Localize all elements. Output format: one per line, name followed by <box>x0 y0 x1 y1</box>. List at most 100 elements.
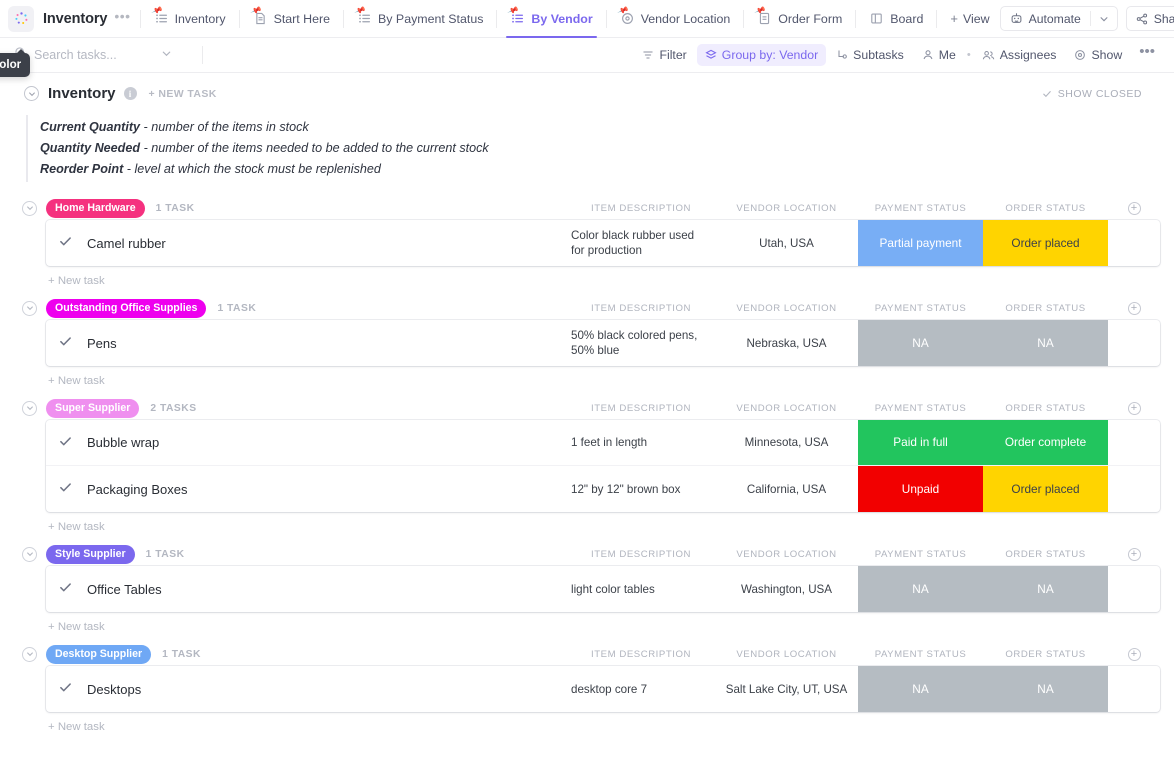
cell-vendor-location[interactable]: Washington, USA <box>715 566 858 612</box>
space-avatar[interactable] <box>8 5 34 32</box>
automate-dropdown-button[interactable] <box>1091 7 1117 30</box>
status-badge-order[interactable]: NA <box>983 320 1108 366</box>
column-header-item-description[interactable]: ITEM DESCRIPTION <box>567 303 715 314</box>
status-badge-order[interactable]: Order complete <box>983 420 1108 465</box>
search-input[interactable] <box>34 48 154 62</box>
status-badge-payment[interactable]: NA <box>858 666 983 712</box>
add-column-button[interactable]: + <box>1108 547 1160 561</box>
status-badge-order[interactable]: Order placed <box>983 220 1108 266</box>
group-collapse-icon[interactable] <box>22 646 37 662</box>
column-header-payment-status[interactable]: PAYMENT STATUS <box>858 303 983 314</box>
view-tab-inventory[interactable]: 📌 Inventory <box>144 0 236 37</box>
cell-order-status[interactable]: Order complete <box>983 420 1108 465</box>
share-button[interactable]: Share <box>1125 6 1174 31</box>
table-row[interactable]: Camel rubber Color black rubber used for … <box>46 220 1160 266</box>
task-name-cell[interactable]: Desktops <box>46 666 567 712</box>
cell-order-status[interactable]: Order placed <box>983 220 1108 266</box>
group-badge[interactable]: Style Supplier <box>46 544 135 564</box>
column-header-payment-status[interactable]: PAYMENT STATUS <box>858 203 983 214</box>
column-header-order-status[interactable]: ORDER STATUS <box>983 403 1108 414</box>
column-header-vendor-location[interactable]: VENDOR LOCATION <box>715 649 858 660</box>
automate-button[interactable]: Automate <box>1001 7 1090 30</box>
group-badge[interactable]: Super Supplier <box>46 398 140 418</box>
cell-item-description[interactable]: 1 feet in length <box>567 420 715 465</box>
table-row[interactable]: Packaging Boxes 12" by 12" brown box Calif… <box>46 466 1160 512</box>
task-complete-check-icon[interactable] <box>59 481 72 497</box>
group-badge[interactable]: Desktop Supplier <box>46 644 152 664</box>
subtasks-button[interactable]: Subtasks <box>828 44 912 66</box>
toolbar-more-button[interactable]: ••• <box>1132 44 1162 62</box>
add-column-button[interactable]: + <box>1108 647 1160 661</box>
task-complete-check-icon[interactable] <box>59 581 72 597</box>
view-tab-by-payment-status[interactable]: 📌 By Payment Status <box>347 0 493 37</box>
group-badge[interactable]: Outstanding Office Supplies <box>46 298 207 318</box>
column-header-payment-status[interactable]: PAYMENT STATUS <box>858 549 983 560</box>
cell-item-description[interactable]: 12" by 12" brown box <box>567 466 715 512</box>
automate-button-group[interactable]: Automate <box>999 6 1118 31</box>
group-by-button[interactable]: Group by: Vendor <box>696 44 827 66</box>
collapse-list-icon[interactable] <box>24 86 39 101</box>
me-button[interactable]: Me <box>914 44 964 66</box>
add-column-button[interactable]: + <box>1108 201 1160 215</box>
column-header-item-description[interactable]: ITEM DESCRIPTION <box>567 549 715 560</box>
task-name-cell[interactable]: Office Tables <box>46 566 567 612</box>
status-badge-order[interactable]: Order placed <box>983 466 1108 512</box>
view-tab-board[interactable]: Board <box>859 0 933 37</box>
task-name-cell[interactable]: Pens <box>46 320 567 366</box>
cell-vendor-location[interactable]: Minnesota, USA <box>715 420 858 465</box>
filter-button[interactable]: Filter <box>634 44 694 66</box>
column-header-order-status[interactable]: ORDER STATUS <box>983 649 1108 660</box>
cell-order-status[interactable]: NA <box>983 666 1108 712</box>
group-collapse-icon[interactable] <box>22 546 37 562</box>
status-badge-payment[interactable]: NA <box>858 566 983 612</box>
cell-item-description[interactable]: desktop core 7 <box>567 666 715 712</box>
cell-vendor-location[interactable]: Salt Lake City, UT, USA <box>715 666 858 712</box>
status-badge-payment[interactable]: Partial payment <box>858 220 983 266</box>
column-header-order-status[interactable]: ORDER STATUS <box>983 549 1108 560</box>
view-tab-vendor-location[interactable]: 📌 Vendor Location <box>610 0 741 37</box>
table-row[interactable]: Office Tables light color tables Washingto… <box>46 566 1160 612</box>
task-name-cell[interactable]: Camel rubber <box>46 220 567 266</box>
show-button[interactable]: Show <box>1066 44 1130 66</box>
cell-payment-status[interactable]: NA <box>858 320 983 366</box>
new-task-row-button[interactable]: + New task <box>14 366 1160 387</box>
column-header-vendor-location[interactable]: VENDOR LOCATION <box>715 549 858 560</box>
column-header-item-description[interactable]: ITEM DESCRIPTION <box>567 203 715 214</box>
show-closed-toggle[interactable]: SHOW CLOSED <box>1042 88 1160 100</box>
cell-item-description[interactable]: Color black rubber used for production <box>567 220 715 266</box>
view-tab-start-here[interactable]: 📌 Start Here <box>243 0 340 37</box>
view-tab-order-form[interactable]: 📌 Order Form <box>747 0 852 37</box>
table-row[interactable]: Desktops desktop core 7 Salt Lake City, UT… <box>46 666 1160 712</box>
cell-vendor-location[interactable]: Utah, USA <box>715 220 858 266</box>
new-task-row-button[interactable]: + New task <box>14 266 1160 287</box>
task-complete-check-icon[interactable] <box>59 681 72 697</box>
new-task-button[interactable]: + NEW TASK <box>149 88 217 100</box>
status-badge-order[interactable]: NA <box>983 666 1108 712</box>
column-header-vendor-location[interactable]: VENDOR LOCATION <box>715 203 858 214</box>
table-row[interactable]: Bubble wrap 1 feet in length Minnesota, US… <box>46 420 1160 466</box>
task-name-cell[interactable]: Packaging Boxes <box>46 466 567 512</box>
column-header-vendor-location[interactable]: VENDOR LOCATION <box>715 303 858 314</box>
cell-order-status[interactable]: Order placed <box>983 466 1108 512</box>
cell-payment-status[interactable]: Partial payment <box>858 220 983 266</box>
cell-item-description[interactable]: 50% black colored pens, 50% blue <box>567 320 715 366</box>
column-header-order-status[interactable]: ORDER STATUS <box>983 303 1108 314</box>
cell-payment-status[interactable]: Unpaid <box>858 466 983 512</box>
new-task-row-button[interactable]: + New task <box>14 712 1160 733</box>
cell-order-status[interactable]: NA <box>983 566 1108 612</box>
column-header-item-description[interactable]: ITEM DESCRIPTION <box>567 649 715 660</box>
status-badge-payment[interactable]: Paid in full <box>858 420 983 465</box>
info-icon[interactable]: i <box>123 87 137 100</box>
cell-payment-status[interactable]: Paid in full <box>858 420 983 465</box>
group-badge[interactable]: Home Hardware <box>46 198 145 218</box>
cell-item-description[interactable]: light color tables <box>567 566 715 612</box>
column-header-vendor-location[interactable]: VENDOR LOCATION <box>715 403 858 414</box>
add-view-button[interactable]: + View <box>940 11 999 26</box>
task-complete-check-icon[interactable] <box>59 335 72 351</box>
status-badge-payment[interactable]: Unpaid <box>858 466 983 512</box>
group-collapse-icon[interactable] <box>22 400 37 416</box>
cell-vendor-location[interactable]: Nebraska, USA <box>715 320 858 366</box>
cell-payment-status[interactable]: NA <box>858 666 983 712</box>
cell-order-status[interactable]: NA <box>983 320 1108 366</box>
assignees-button[interactable]: Assignees <box>974 44 1065 66</box>
